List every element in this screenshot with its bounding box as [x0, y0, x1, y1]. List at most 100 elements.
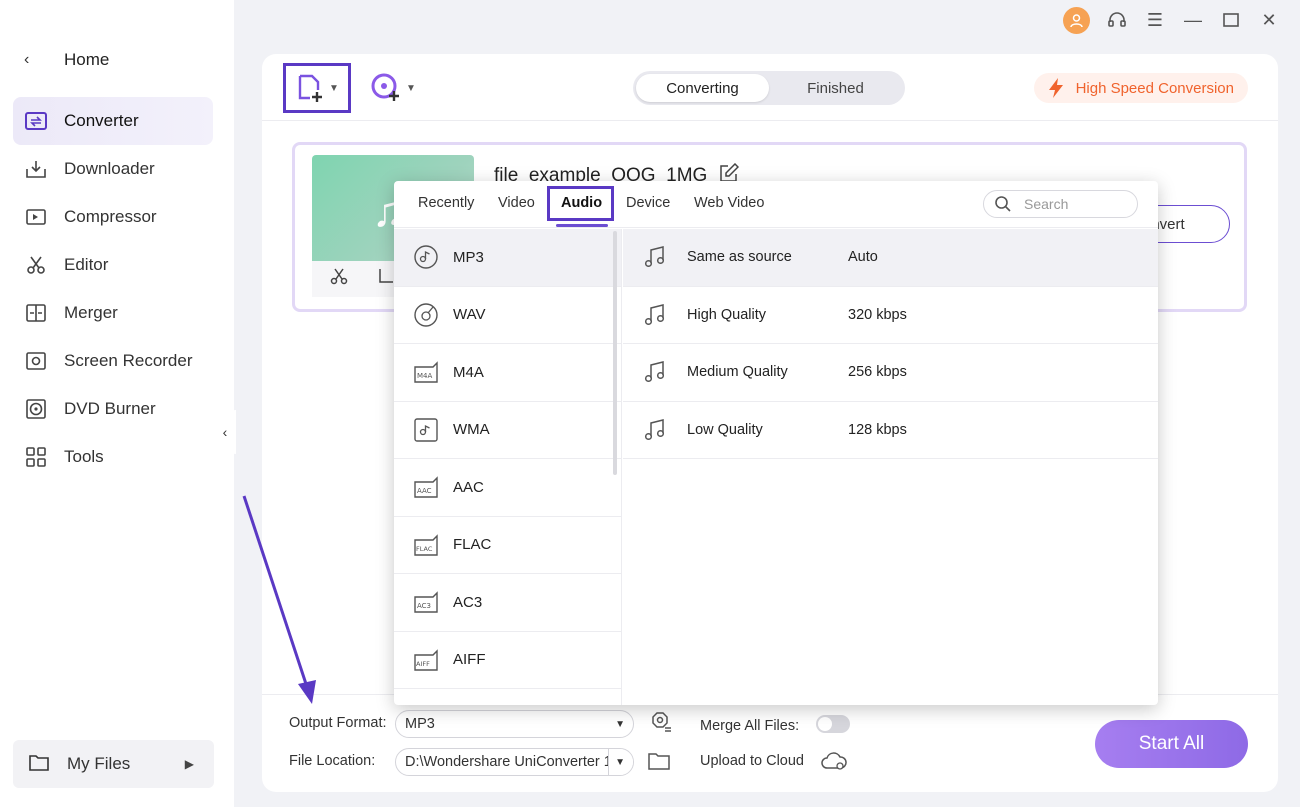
my-files-label: My Files [67, 754, 131, 773]
quality-list: Same as source Auto High Quality 320 kbp… [623, 229, 1158, 459]
screen-recorder-icon [24, 349, 48, 373]
sidebar-item-label: Editor [64, 255, 109, 274]
quality-bitrate: Auto [848, 249, 878, 266]
sidebar-item-dvd-burner[interactable]: DVD Burner [13, 385, 213, 433]
format-item-ac3[interactable]: AC3 AC3 [394, 574, 621, 632]
ac3-icon: AC3 [414, 591, 438, 613]
tab-finished[interactable]: Finished [769, 74, 902, 102]
avatar[interactable] [1063, 6, 1090, 34]
quality-bitrate: 320 kbps [848, 306, 907, 323]
high-speed-conversion-button[interactable]: High Speed Conversion [1033, 73, 1248, 103]
format-label: FLAC [453, 536, 492, 554]
tab-web-video[interactable]: Web Video [694, 195, 764, 211]
file-location-select[interactable]: D:\Wondershare UniConverter 1 ▼ [395, 748, 634, 776]
format-item-aac[interactable]: AAC AAC [394, 459, 621, 517]
format-search-input[interactable]: Search [983, 190, 1138, 218]
start-all-button[interactable]: Start All [1095, 720, 1248, 768]
lightning-icon [1048, 78, 1063, 98]
chevron-down-icon: ▼ [406, 82, 416, 94]
format-label: M4A [453, 363, 484, 381]
settings-icon[interactable] [648, 712, 672, 739]
format-item-flac[interactable]: FLAC FLAC [394, 517, 621, 574]
add-dvd-button[interactable]: ▼ [370, 70, 416, 106]
tab-converting[interactable]: Converting [636, 74, 769, 102]
crop-icon[interactable] [376, 268, 394, 291]
music-note-icon [644, 361, 665, 383]
sidebar-item-downloader[interactable]: Downloader [13, 145, 213, 193]
format-tabs: Recently Video Audio Device Web Video Se… [394, 181, 1158, 228]
quality-name: High Quality [687, 306, 766, 323]
format-item-wma[interactable]: WMA [394, 402, 621, 459]
chevron-down-icon: ▼ [608, 749, 633, 775]
svg-text:FLAC: FLAC [416, 545, 433, 553]
wma-icon [414, 418, 438, 442]
format-item-m4a[interactable]: M4A M4A [394, 344, 621, 402]
m4a-icon: M4A [414, 361, 438, 383]
format-item-aiff[interactable]: AIFF AIFF [394, 632, 621, 689]
file-location-value: D:\Wondershare UniConverter 1 [405, 754, 612, 770]
quality-item-same-as-source[interactable]: Same as source Auto [623, 229, 1158, 287]
high-speed-label: High Speed Conversion [1075, 79, 1234, 97]
sidebar-item-editor[interactable]: Editor [13, 241, 213, 289]
tools-grid-icon [24, 445, 48, 469]
merger-icon [24, 301, 48, 325]
add-files-button[interactable]: ▼ [283, 63, 351, 113]
quality-item-medium[interactable]: Medium Quality 256 kbps [623, 344, 1158, 402]
format-item-mp3[interactable]: MP3 [394, 229, 621, 287]
music-note-icon [644, 303, 665, 325]
format-list: MP3 WAV M4A M4A WMA AAC AAC FLAC FLAC AC… [394, 229, 622, 705]
home-link[interactable]: ‹ Home [24, 46, 109, 74]
cloud-icon[interactable] [820, 750, 848, 777]
tab-device[interactable]: Device [626, 195, 670, 211]
minimize-icon[interactable]: — [1182, 9, 1204, 31]
sidebar-item-tools[interactable]: Tools [13, 433, 213, 481]
output-format-value: MP3 [405, 716, 435, 732]
sidebar-nav: Converter Downloader Compressor Editor M… [13, 97, 213, 481]
headset-icon[interactable] [1106, 9, 1128, 31]
format-label: AC3 [453, 593, 483, 611]
chevron-left-icon: ‹ [24, 51, 30, 68]
wav-icon [414, 303, 438, 327]
maximize-icon[interactable] [1220, 9, 1242, 31]
sidebar-item-label: Tools [64, 447, 104, 466]
my-files-button[interactable]: My Files ▶ [13, 740, 214, 788]
quality-item-low[interactable]: Low Quality 128 kbps [623, 402, 1158, 459]
quality-name: Low Quality [687, 421, 763, 438]
mp3-icon [414, 245, 438, 269]
format-label: WMA [453, 421, 490, 439]
open-folder-icon[interactable] [648, 752, 670, 775]
sidebar-item-screen-recorder[interactable]: Screen Recorder [13, 337, 213, 385]
merge-all-files-label: Merge All Files: [700, 718, 800, 734]
add-file-icon [298, 74, 323, 102]
dvd-icon [24, 397, 48, 421]
music-note-icon [644, 418, 665, 440]
sidebar-item-label: Converter [64, 111, 139, 130]
sidebar-item-converter[interactable]: Converter [13, 97, 213, 145]
chevron-down-icon: ▼ [615, 718, 625, 730]
format-item-wav[interactable]: WAV [394, 287, 621, 344]
format-label: AAC [453, 478, 484, 496]
merge-all-files-toggle[interactable] [816, 715, 850, 733]
home-label: Home [64, 50, 110, 69]
sidebar-item-merger[interactable]: Merger [13, 289, 213, 337]
converter-icon [24, 109, 48, 133]
sidebar-item-compressor[interactable]: Compressor [13, 193, 213, 241]
sidebar-item-label: Compressor [64, 207, 157, 226]
menu-icon[interactable]: ☰ [1144, 9, 1166, 31]
status-toggle: Converting Finished [633, 71, 905, 105]
folder-icon [29, 753, 49, 776]
close-icon[interactable]: ✕ [1258, 9, 1280, 31]
trim-icon[interactable] [330, 268, 348, 291]
output-format-select[interactable]: MP3 ▼ [395, 710, 634, 738]
title-bar: ☰ — ✕ [1063, 0, 1300, 40]
quality-item-high[interactable]: High Quality 320 kbps [623, 287, 1158, 344]
toolbar: ▼ ▼ Converting Finished High Speed Conve… [262, 54, 1278, 121]
annotation-arrow [242, 495, 316, 704]
tab-video[interactable]: Video [498, 195, 535, 211]
active-tab-indicator [556, 224, 608, 227]
tab-recently[interactable]: Recently [418, 195, 474, 211]
file-location-label: File Location: [289, 753, 376, 769]
search-placeholder: Search [1024, 196, 1069, 212]
format-label: AIFF [453, 651, 486, 669]
format-list-scrollbar[interactable] [613, 231, 617, 475]
